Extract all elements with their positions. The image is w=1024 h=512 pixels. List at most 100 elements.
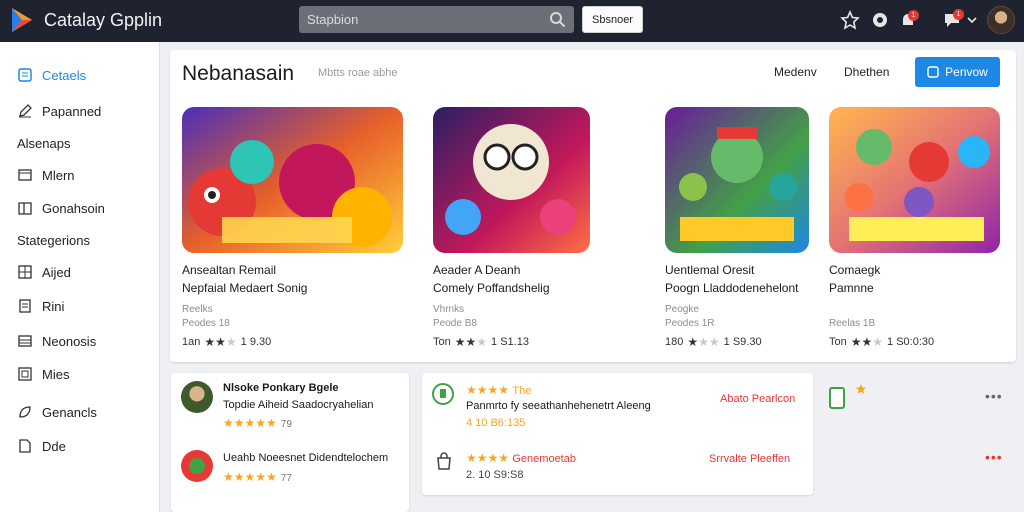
reviews-card: Nlsoke Ponkary Bgele Topdie Aiheid Saado… [171, 373, 409, 512]
game-rating: 1an ★★★ 1 9.30 [182, 335, 271, 349]
sidebar-item-7[interactable]: Rini [0, 293, 160, 319]
sidebar-item-0[interactable]: Cetaels [0, 62, 160, 88]
game-rating: Ton ★★★ 1 S0:0:30 [829, 335, 934, 349]
reviewer-name: Nlsoke Ponkary Bgele [223, 382, 339, 394]
star-icon [856, 384, 866, 394]
reviewer-avatar[interactable] [181, 381, 213, 413]
sidebar-item-label: Mlern [42, 167, 75, 183]
search-bar [299, 6, 574, 33]
review-rating: 77 [280, 473, 292, 484]
review-action-link[interactable]: Srrvalte Pleeffen [709, 453, 790, 465]
sort-option-button[interactable]: Dhethen [844, 58, 890, 86]
more-options-icon[interactable]: ••• [985, 449, 1003, 465]
review-stars: ★★★★ The [466, 383, 532, 397]
list-icon [18, 68, 32, 82]
section-subtitle: Mbtts roae abhe [318, 67, 398, 79]
game-subtitle: Pamnne [829, 281, 874, 295]
game-subtitle: Nepfaial Medaert Sonig [182, 281, 308, 295]
sidebar-item-11[interactable]: Dde [0, 433, 160, 459]
game-thumbnail[interactable] [182, 107, 403, 253]
book-icon [18, 202, 32, 215]
search-input[interactable] [307, 10, 542, 29]
star-rating-icon: ★★★ [204, 335, 237, 349]
review-rating: 2. 10 S9:S8 [466, 469, 524, 481]
game-card[interactable]: Uentlemal Oresit Poogn Lladdodenehelont … [665, 107, 809, 349]
game-meta: Peodes 1R [665, 318, 715, 329]
app-logo[interactable] [9, 6, 35, 34]
sidebar-item-4[interactable]: Gonahsoin [0, 195, 160, 221]
document-icon [19, 299, 31, 313]
game-card[interactable]: Comaegk Pamnne Reelas 1B Ton ★★★ 1 S0:0:… [829, 107, 1000, 349]
reviewer-avatar[interactable] [181, 450, 213, 482]
sidebar-item-10[interactable]: Genancls [0, 399, 160, 425]
review-text: Topdie Aiheid Saadocryahelian [223, 399, 374, 411]
review-stars: ★★★★ Genemoetab [466, 451, 576, 465]
game-thumbnail[interactable] [829, 107, 1000, 253]
sidebar-item-9[interactable]: Mies [0, 361, 160, 387]
rating-value: 1 9.30 [240, 336, 272, 348]
reviewer-name: Genemoetab [512, 453, 576, 465]
game-meta: Peodes 18 [182, 318, 230, 329]
search-button[interactable]: Sbsnoer [582, 6, 643, 33]
phone-icon[interactable] [828, 386, 848, 410]
sidebar-item-label: Stategerions [17, 232, 90, 248]
review-rating: 4 10 B6:135 [466, 417, 526, 429]
featured-panel: Nebanasain Mbtts roae abhe Medenv Dhethe… [170, 50, 1016, 362]
game-subtitle: Poogn Lladdodenehelont [665, 281, 799, 295]
primary-action-button[interactable]: Penvow [915, 57, 1000, 87]
review-row[interactable]: Ueahb Noeesnet Didendtelochem ★★★★★ 77 [171, 448, 409, 508]
sidebar-item-label: Cetaels [42, 67, 87, 83]
review-stars: ★★★★★ 79 [223, 416, 292, 430]
sidebar-item-3[interactable]: Mlern [0, 162, 160, 188]
sidebar-item-2[interactable]: Alsenaps [0, 130, 160, 156]
reviews-card: ★★★★ The Panmrto fy seeathanhehenetrt Al… [422, 373, 813, 495]
search-icon[interactable] [549, 11, 566, 28]
sidebar-item-label: Gonahsoin [42, 200, 105, 216]
rating-value: 1 S0:0:30 [887, 336, 935, 348]
preview-icon [927, 66, 939, 78]
sidebar-item-5[interactable]: Stategerions [0, 227, 160, 253]
sidebar-item-label: Neonosis [42, 333, 97, 349]
star-rating-icon: ★★★ [687, 335, 720, 349]
sidebar-item-1[interactable]: Papanned [0, 98, 160, 124]
rating-value: 1 S1.13 [491, 336, 529, 348]
review-row[interactable]: ★★★★ The Panmrto fy seeathanhehenetrt Al… [422, 381, 813, 436]
review-rating: 79 [280, 419, 292, 430]
sort-option-button[interactable]: Medenv [774, 58, 817, 86]
star-icon[interactable] [840, 10, 860, 30]
chevron-down-icon[interactable] [966, 10, 978, 30]
sidebar-item-label: Alsenaps [17, 135, 71, 151]
user-avatar[interactable] [987, 6, 1015, 34]
sidebar-item-label: Aijed [42, 264, 71, 280]
game-rating: Ton ★★★ 1 S1.13 [433, 335, 529, 349]
grid-icon [18, 265, 32, 279]
badge-icon [432, 383, 454, 405]
sidebar-item-6[interactable]: Aijed [0, 259, 160, 285]
review-text: Panmrto fy seeathanhehenetrt Aleeng [466, 400, 651, 412]
message-badge: 1 [953, 9, 964, 20]
game-title: Uentlemal Oresit [665, 263, 755, 277]
table-icon [18, 335, 32, 347]
sidebar-item-8[interactable]: Neonosis [0, 328, 160, 354]
more-options-icon[interactable]: ••• [985, 388, 1003, 404]
star-rating-icon: ★★★ [850, 335, 884, 349]
sidebar-item-label: Genancls [42, 404, 97, 420]
game-thumbnail[interactable] [433, 107, 590, 253]
review-stars: ★★★★★ 77 [223, 470, 292, 484]
game-card[interactable]: Aeader A Deanh Comely Poffandshelig Vhrn… [433, 107, 590, 349]
pen-icon [19, 104, 32, 118]
primary-action-label: Penvow [945, 65, 988, 79]
game-meta: Vhrnks [433, 304, 465, 315]
game-card[interactable]: Ansealtan Remail Nepfaial Medaert Sonig … [182, 107, 403, 349]
rating-prefix: 180 [665, 336, 684, 348]
review-label: The [512, 385, 532, 397]
review-row[interactable]: ★★★★ Genemoetab 2. 10 S9:S8 Srrvalte Ple… [422, 443, 813, 493]
settings-icon[interactable] [870, 10, 890, 30]
game-thumbnail[interactable] [665, 107, 809, 253]
reviewer-name: Ueahb Noeesnet Didendtelochem [223, 452, 389, 464]
rating-value: 1 S9.30 [723, 336, 762, 348]
sidebar: Cetaels Papanned Alsenaps Mlern Gonahsoi… [0, 42, 160, 512]
bag-icon [437, 452, 451, 470]
review-row[interactable]: Nlsoke Ponkary Bgele Topdie Aiheid Saado… [171, 381, 409, 441]
review-action-link[interactable]: Abato Pearlcon [720, 393, 795, 405]
